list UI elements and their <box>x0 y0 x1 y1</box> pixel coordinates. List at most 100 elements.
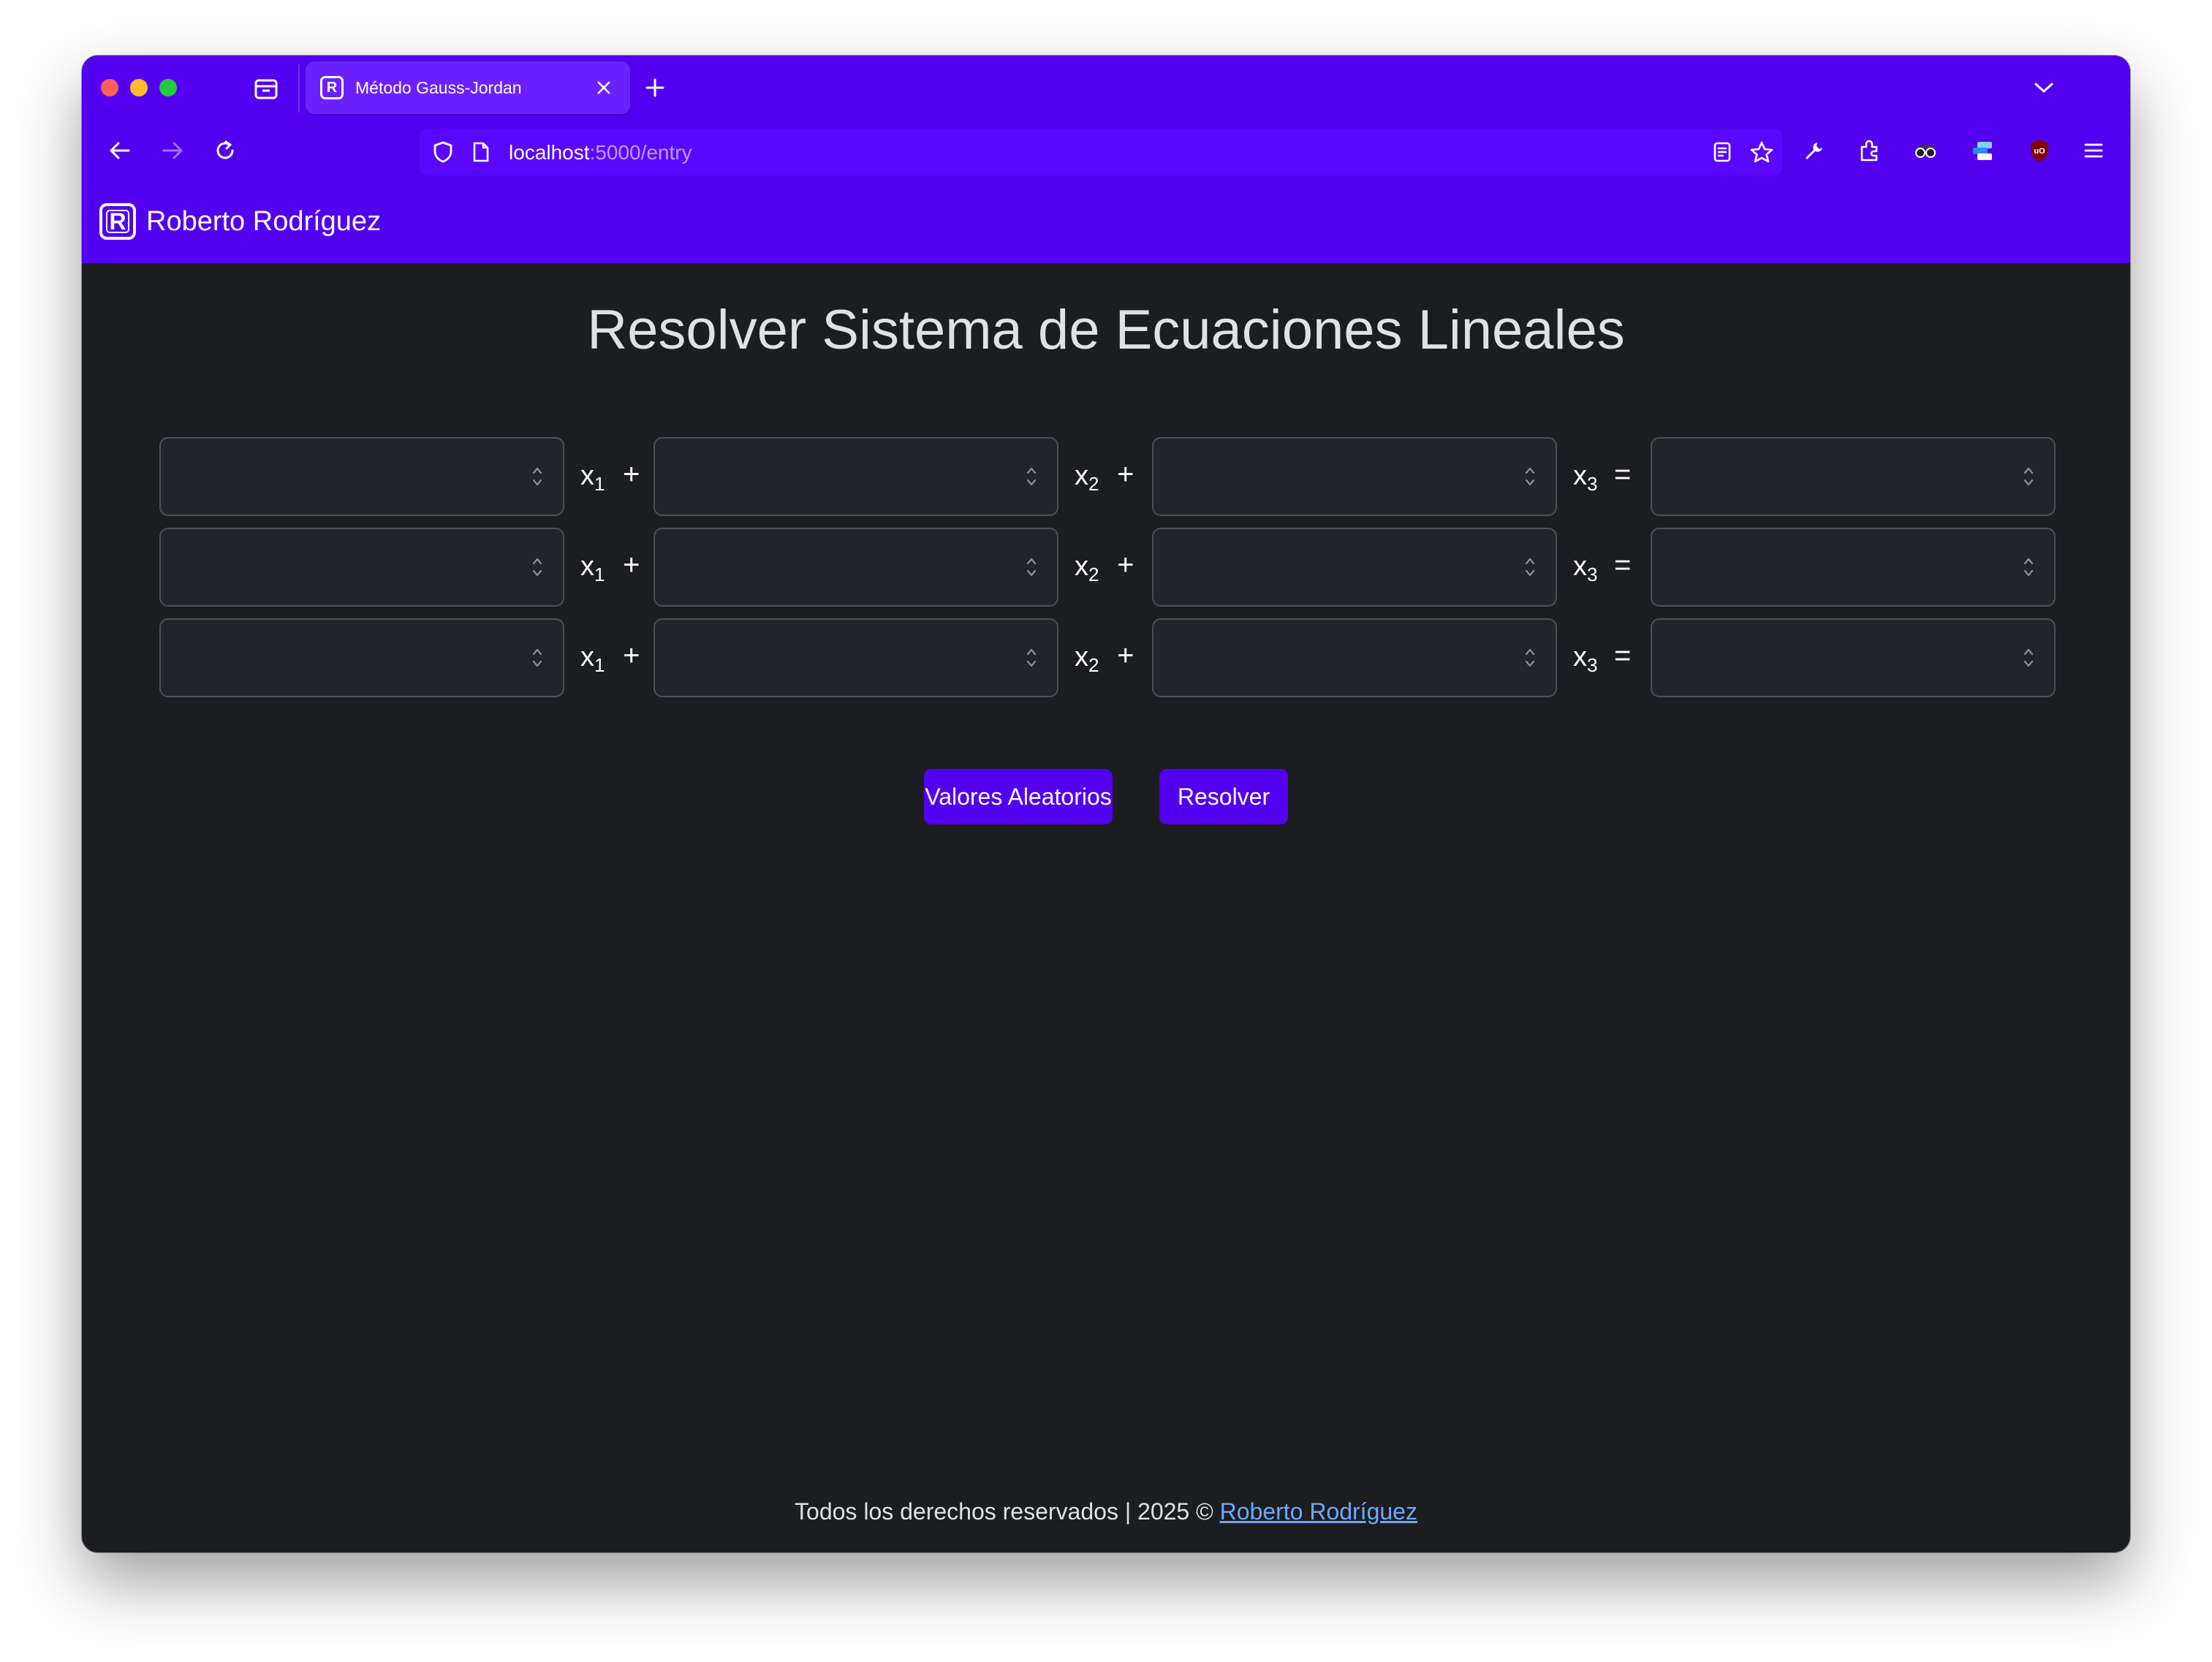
tab-title: Método Gauss-Jordan <box>355 78 522 97</box>
menu-hamburger-icon[interactable] <box>2079 136 2108 165</box>
spinner-arrows-icon[interactable] <box>531 646 544 669</box>
tab-active[interactable]: R Método Gauss-Jordan <box>306 61 630 114</box>
brand-logo-icon: R <box>99 203 136 240</box>
footer-text: Todos los derechos reservados | 2025 © <box>795 1498 1213 1525</box>
chevron-down-icon[interactable] <box>2029 73 2058 102</box>
wrench-icon[interactable] <box>1800 136 1829 165</box>
spinner-arrows-icon[interactable] <box>531 465 544 488</box>
variable-name: x <box>1573 551 1587 582</box>
variable-name: x <box>1573 642 1587 672</box>
variable-label: x1 <box>580 548 605 593</box>
plus-operator: + <box>623 458 640 490</box>
variable-subscript: 3 <box>1587 564 1598 585</box>
plus-operator: + <box>1117 640 1135 672</box>
url-text[interactable]: localhost:5000/entry <box>509 142 692 164</box>
coefficient-input[interactable] <box>159 437 564 516</box>
variable-subscript: 1 <box>594 654 605 676</box>
reader-view-icon[interactable] <box>1709 139 1735 165</box>
page-title: Resolver Sistema de Ecuaciones Lineales <box>587 299 1625 361</box>
variable-label: x1 <box>580 458 605 502</box>
bookmark-star-icon[interactable] <box>1747 137 1776 167</box>
close-window-button[interactable] <box>101 79 118 96</box>
spinner-arrows-icon[interactable] <box>2022 646 2035 669</box>
variable-label: x2 <box>1075 458 1099 502</box>
plus-operator: + <box>623 640 640 672</box>
tab-bar: R Método Gauss-Jordan <box>82 56 2130 121</box>
spinner-arrows-icon[interactable] <box>2022 465 2035 488</box>
coefficient-input[interactable] <box>654 437 1058 516</box>
variable-name: x <box>1075 642 1088 672</box>
footer: Todos los derechos reservados | 2025 © R… <box>82 1497 2130 1526</box>
url-path: :5000/entry <box>589 141 692 164</box>
variable-subscript: 2 <box>1088 473 1099 495</box>
ublock-origin-icon[interactable]: uO <box>2023 136 2056 165</box>
constant-input[interactable] <box>1651 437 2056 516</box>
spinner-arrows-icon[interactable] <box>1025 465 1038 488</box>
coefficient-input[interactable] <box>654 528 1058 607</box>
minimize-window-button[interactable] <box>130 79 148 96</box>
variable-label: x3 <box>1573 458 1597 502</box>
coefficient-input[interactable] <box>1152 437 1557 516</box>
variable-name: x <box>580 642 594 672</box>
variable-name: x <box>1075 551 1088 582</box>
random-values-button[interactable]: Valores Aleatorios <box>924 769 1113 824</box>
page-icon <box>468 139 494 165</box>
spinner-arrows-icon[interactable] <box>1025 555 1038 579</box>
variable-name: x <box>580 460 594 491</box>
reload-icon[interactable] <box>211 136 240 165</box>
coefficient-input[interactable] <box>159 528 564 607</box>
plus-operator: + <box>1117 549 1135 581</box>
variable-label: x1 <box>580 639 605 683</box>
variable-name: x <box>1075 460 1088 491</box>
coefficient-input[interactable] <box>159 618 564 697</box>
forward-arrow-icon[interactable] <box>158 136 187 165</box>
extensions-icon[interactable] <box>1854 136 1883 165</box>
equals-operator: = <box>1614 640 1632 672</box>
variable-subscript: 1 <box>594 564 605 585</box>
browser-window: R Método Gauss-Jordan localhost:5000/ent… <box>82 56 2130 1552</box>
footer-author-link[interactable]: Roberto Rodríguez <box>1220 1498 1417 1525</box>
plus-operator: + <box>623 549 640 581</box>
zoom-window-button[interactable] <box>159 79 177 96</box>
equals-operator: = <box>1614 549 1632 581</box>
spinner-arrows-icon[interactable] <box>531 555 544 579</box>
layers-extension-icon[interactable] <box>1966 136 1999 165</box>
spy-glasses-icon[interactable] <box>1909 136 1942 165</box>
variable-subscript: 3 <box>1587 654 1598 676</box>
constant-input[interactable] <box>1651 618 2056 697</box>
tab-divider <box>298 64 300 113</box>
spinner-arrows-icon[interactable] <box>1523 465 1537 488</box>
variable-subscript: 3 <box>1587 473 1598 495</box>
equals-operator: = <box>1614 458 1632 490</box>
tab-favicon-icon: R <box>320 76 344 99</box>
equation-row: x1 + x2 + x3 = <box>159 437 2056 516</box>
spinner-arrows-icon[interactable] <box>1523 646 1537 669</box>
tab-close-icon[interactable] <box>592 76 616 99</box>
spinner-arrows-icon[interactable] <box>2022 555 2035 579</box>
variable-label: x3 <box>1573 639 1597 683</box>
site-navbar: R Roberto Rodríguez <box>82 180 2130 263</box>
variable-label: x3 <box>1573 548 1597 593</box>
spinner-arrows-icon[interactable] <box>1025 646 1038 669</box>
solve-button[interactable]: Resolver <box>1159 769 1288 824</box>
coefficient-input[interactable] <box>654 618 1058 697</box>
brand-link[interactable]: R Roberto Rodríguez <box>99 203 381 240</box>
variable-name: x <box>580 551 594 582</box>
coefficient-input[interactable] <box>1152 618 1557 697</box>
variable-label: x2 <box>1075 548 1099 593</box>
shield-icon[interactable] <box>430 139 456 165</box>
spinner-arrows-icon[interactable] <box>1523 555 1537 579</box>
constant-input[interactable] <box>1651 528 2056 607</box>
variable-name: x <box>1573 460 1587 491</box>
coefficient-input[interactable] <box>1152 528 1557 607</box>
navigation-bar: localhost:5000/entry uO <box>82 121 2130 180</box>
back-arrow-icon[interactable] <box>105 136 135 165</box>
tab-overview-icon[interactable] <box>251 75 281 104</box>
address-bar[interactable]: localhost:5000/entry <box>420 129 1782 175</box>
variable-label: x2 <box>1075 639 1099 683</box>
svg-text:uO: uO <box>2034 147 2045 156</box>
new-tab-icon[interactable] <box>640 73 670 102</box>
equation-row: x1 + x2 + x3 = <box>159 528 2056 607</box>
equation-row: x1 + x2 + x3 = <box>159 618 2056 697</box>
brand-name: Roberto Rodríguez <box>146 206 382 237</box>
